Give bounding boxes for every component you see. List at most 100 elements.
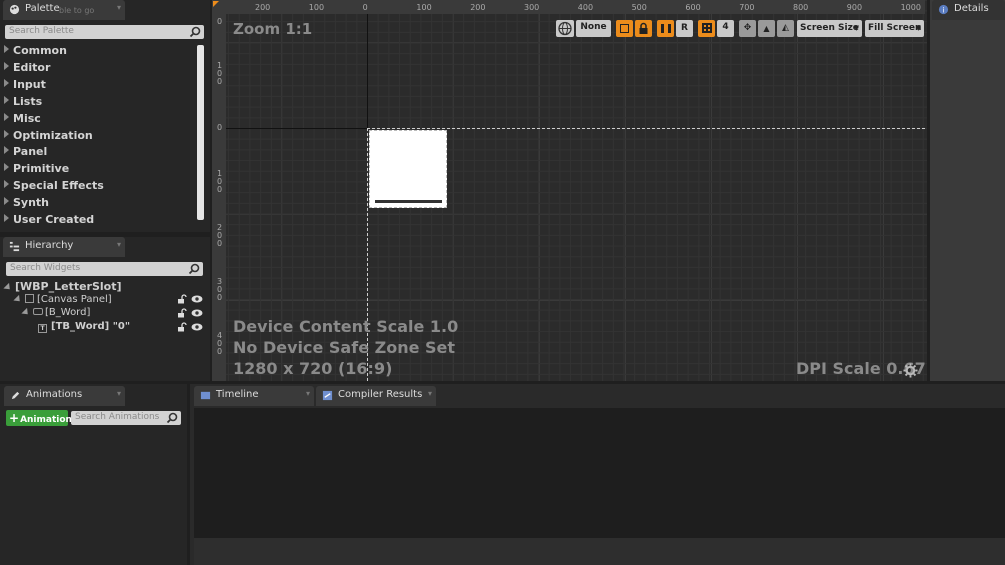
close-icon[interactable]: ▾ xyxy=(306,389,310,398)
palette-category[interactable]: Optimization xyxy=(4,129,93,142)
palette-category-label: Editor xyxy=(13,60,51,74)
animations-search-input[interactable]: Search Animations xyxy=(71,411,181,425)
widget-preview[interactable] xyxy=(369,130,447,208)
expand-icon[interactable] xyxy=(4,61,9,70)
close-icon[interactable]: ▾ xyxy=(117,389,121,398)
eye-icon[interactable] xyxy=(191,294,203,304)
expand-icon[interactable] xyxy=(3,282,13,293)
tab-hierarchy[interactable]: Hierarchy ▾ xyxy=(3,237,125,257)
palette-category[interactable]: Input xyxy=(4,78,46,91)
expand-icon[interactable] xyxy=(4,112,9,121)
svg-text:i: i xyxy=(942,5,944,14)
hierarchy-row-canvas[interactable]: [Canvas Panel] xyxy=(13,294,112,305)
palette-category-label: Input xyxy=(13,77,46,91)
unlock-icon[interactable] xyxy=(177,308,187,318)
lock-button[interactable] xyxy=(635,20,652,37)
close-icon[interactable]: ▾ xyxy=(117,240,121,249)
palette-search-input[interactable]: Search Palette xyxy=(5,25,204,39)
tab-palette[interactable]: Palette ble to go ▾ xyxy=(3,0,125,20)
tab-details[interactable]: i Details xyxy=(932,0,1005,20)
search-icon xyxy=(189,26,201,38)
close-icon[interactable]: ▾ xyxy=(428,389,432,398)
expand-icon[interactable] xyxy=(21,307,31,318)
canvas-panel-icon xyxy=(25,294,34,303)
chevron-down-icon: ▼ xyxy=(915,24,921,32)
unlock-icon[interactable] xyxy=(177,294,187,304)
expand-icon[interactable] xyxy=(4,146,9,155)
expand-icon[interactable] xyxy=(13,294,23,305)
tab-compiler-results[interactable]: Compiler Results ▾ xyxy=(316,386,436,406)
palette-category-label: Common xyxy=(13,44,67,57)
hierarchy-search-input[interactable]: Search Widgets xyxy=(6,262,203,276)
select-mode-button[interactable] xyxy=(616,20,633,37)
palette-category[interactable]: Editor xyxy=(4,61,50,74)
hierarchy-row-textblock[interactable]: T [TB_Word] "0" xyxy=(38,321,130,333)
fill-screen-dropdown[interactable]: Fill Screen ▼ xyxy=(865,20,924,37)
tab-animations[interactable]: Animations ▾ xyxy=(4,386,125,406)
localization-preview-dropdown[interactable]: None xyxy=(576,20,611,37)
ruler-tick-label: 300 xyxy=(217,277,223,302)
palette-category-label: Synth xyxy=(13,196,50,210)
expand-icon[interactable] xyxy=(4,214,9,222)
hierarchy-icon xyxy=(9,241,20,252)
compiler-icon xyxy=(322,390,333,401)
chevron-down-icon: ▼ xyxy=(853,24,859,32)
expand-icon[interactable] xyxy=(4,45,9,53)
palette-category[interactable]: Misc xyxy=(4,112,41,125)
mirror-button[interactable]: ◭ xyxy=(777,20,794,37)
palette-category-label: Lists xyxy=(13,94,43,108)
expand-icon[interactable] xyxy=(4,129,9,138)
ruler-tick-label: 0 xyxy=(217,123,223,132)
grid-icon xyxy=(701,23,712,33)
palette-category[interactable]: Panel xyxy=(4,145,47,158)
unlock-icon[interactable] xyxy=(177,322,187,332)
palette-category[interactable]: Synth xyxy=(4,196,49,209)
expand-icon[interactable] xyxy=(4,163,9,172)
add-animation-button[interactable]: +Animation xyxy=(6,410,72,426)
palette-category-label: Misc xyxy=(13,111,41,125)
button-widget-icon xyxy=(33,308,43,315)
ruler-tick-label: 900 xyxy=(846,3,863,12)
ruler-tick-label: 400 xyxy=(217,331,223,356)
landscape-button[interactable]: ▲ xyxy=(758,20,775,37)
eye-icon[interactable] xyxy=(191,308,203,318)
hierarchy-row-root[interactable]: [WBP_LetterSlot] xyxy=(3,280,122,293)
palette-tab-overlay-hint: ble to go xyxy=(59,6,95,15)
screen-size-dropdown[interactable]: Screen Size ▼ xyxy=(797,20,862,37)
expand-icon[interactable] xyxy=(4,180,9,189)
mirror-icon: ◭ xyxy=(782,23,789,33)
palette-category[interactable]: Common xyxy=(4,44,67,57)
ruler-tick-label: 200 xyxy=(470,3,486,12)
ruler-tick-label: 700 xyxy=(739,3,755,12)
palette-category[interactable]: Primitive xyxy=(4,162,69,175)
palette-category[interactable]: Special Effects xyxy=(4,179,104,192)
transform-button[interactable]: ✥ xyxy=(739,20,756,37)
tab-timeline[interactable]: Timeline ▾ xyxy=(194,386,314,406)
expand-icon[interactable] xyxy=(4,197,9,206)
respect-locks-button[interactable]: R xyxy=(676,20,693,37)
expand-icon[interactable] xyxy=(4,95,9,104)
palette-category[interactable]: User Created xyxy=(4,213,94,226)
fill-screen-label: Fill Screen xyxy=(868,23,922,33)
close-icon[interactable]: ▾ xyxy=(117,3,121,12)
eye-icon[interactable] xyxy=(191,322,203,332)
ruler-tick-label: 500 xyxy=(631,3,647,12)
palette-category-label: Primitive xyxy=(13,162,70,176)
layout-mode-button[interactable] xyxy=(657,20,674,37)
ruler-tick-label: 100 xyxy=(308,3,325,12)
image-icon: ▲ xyxy=(763,24,770,33)
palette-scrollbar[interactable] xyxy=(197,45,204,220)
timeline-track-area[interactable] xyxy=(194,408,1005,538)
palette-category[interactable]: Lists xyxy=(4,95,42,108)
palette-search-placeholder: Search Palette xyxy=(9,26,74,36)
layout-icon xyxy=(660,24,671,33)
ruler-tick-label: 0 xyxy=(362,3,368,12)
gear-icon[interactable] xyxy=(903,363,918,378)
hierarchy-row-button[interactable]: [B_Word] xyxy=(21,307,90,318)
animations-search-placeholder: Search Animations xyxy=(75,412,160,422)
expand-icon[interactable] xyxy=(4,78,9,87)
grid-snap-toggle[interactable] xyxy=(698,20,715,37)
globe-icon[interactable] xyxy=(556,20,574,37)
grid-snap-value-dropdown[interactable]: 4 xyxy=(717,20,734,37)
hierarchy-search-placeholder: Search Widgets xyxy=(10,263,81,273)
